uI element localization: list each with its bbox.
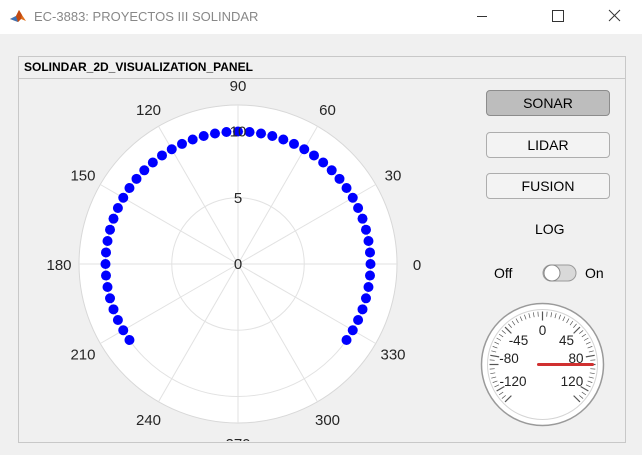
- data-point: [102, 235, 113, 246]
- data-point: [363, 282, 374, 293]
- visualization-panel: SOLINDAR_2D_VISUALIZATION_PANEL 0 5 10 0 30 6…: [18, 56, 626, 443]
- data-point: [105, 224, 116, 235]
- theta-tick-label: 60: [319, 102, 336, 119]
- data-point: [198, 131, 209, 142]
- gauge-tick-label: 45: [559, 333, 574, 348]
- data-point: [112, 314, 123, 325]
- data-point: [363, 235, 374, 246]
- theta-tick-label: 240: [136, 412, 161, 429]
- window-titlebar: EC-3883: PROYECTOS III SOLINDAR: [0, 0, 642, 34]
- theta-tick-label: 300: [315, 412, 340, 429]
- theta-tick-label: 330: [381, 347, 406, 364]
- r-tick-label: 10: [230, 124, 247, 141]
- data-point: [101, 247, 112, 258]
- data-point: [256, 128, 267, 139]
- data-point: [112, 203, 123, 214]
- minimize-icon: [477, 16, 487, 17]
- data-point: [118, 325, 129, 336]
- data-point: [318, 157, 329, 168]
- matlab-icon: [9, 7, 27, 25]
- theta-tick-label: 0: [413, 257, 421, 274]
- data-point: [326, 165, 337, 176]
- data-point: [353, 314, 364, 325]
- gauge-tick-label: -45: [509, 333, 529, 348]
- fusion-button[interactable]: FUSION: [486, 173, 610, 199]
- data-point: [177, 138, 188, 149]
- data-point: [118, 192, 129, 203]
- data-point: [267, 131, 278, 142]
- theta-tick-label: 210: [70, 347, 95, 364]
- close-icon: [608, 9, 621, 22]
- theta-tick-label: 120: [136, 102, 161, 119]
- switch-off-label: Off: [494, 265, 513, 281]
- theta-tick-label: 150: [70, 168, 95, 185]
- data-point: [124, 334, 135, 345]
- data-point: [334, 173, 345, 184]
- data-point: [278, 134, 289, 145]
- data-point: [139, 165, 150, 176]
- lidar-button[interactable]: LIDAR: [486, 132, 610, 158]
- gauge-tick-label: 120: [561, 374, 584, 389]
- data-point: [347, 325, 358, 336]
- data-point: [353, 203, 364, 214]
- data-point: [187, 134, 198, 145]
- gauge-tick-label: -120: [500, 374, 527, 389]
- data-point: [102, 282, 113, 293]
- data-point: [166, 144, 177, 155]
- data-point: [124, 183, 135, 194]
- theta-tick-label: 90: [230, 81, 247, 95]
- maximize-icon: [552, 10, 564, 22]
- theta-tick-label: 270: [225, 436, 250, 441]
- data-point: [100, 259, 111, 269]
- close-button[interactable]: [591, 0, 637, 34]
- data-point: [299, 144, 310, 155]
- panel-title-divider: [19, 78, 625, 79]
- data-point: [347, 192, 358, 203]
- polar-plot[interactable]: 0 5 10 0 30 60 90 120 150 180 210 240 270 300 330: [19, 81, 479, 441]
- data-point: [357, 304, 368, 315]
- switch-on-label: On: [585, 265, 604, 281]
- sonar-button[interactable]: SONAR: [486, 90, 610, 116]
- r-tick-label: 0: [234, 256, 242, 273]
- data-point: [147, 157, 158, 168]
- data-point: [357, 213, 368, 224]
- data-point: [364, 247, 375, 258]
- data-point: [365, 259, 376, 269]
- data-point: [360, 224, 371, 235]
- r-tick-label: 5: [234, 190, 242, 207]
- data-point: [131, 173, 142, 184]
- gauge-tick-label: -80: [499, 351, 519, 366]
- data-point: [364, 270, 375, 281]
- theta-tick-label: 180: [46, 257, 71, 274]
- window-title: EC-3883: PROYECTOS III SOLINDAR: [34, 9, 259, 24]
- data-point: [157, 150, 168, 161]
- minimize-button[interactable]: [464, 0, 510, 34]
- data-point: [288, 138, 299, 149]
- log-toggle-switch[interactable]: [542, 263, 577, 283]
- gauge-tick-label: 0: [539, 323, 547, 338]
- data-point: [209, 128, 220, 139]
- data-point: [341, 334, 352, 345]
- angle-gauge[interactable]: -120-80-4504580120: [480, 302, 605, 427]
- maximize-button[interactable]: [533, 0, 579, 34]
- data-point: [108, 213, 119, 224]
- data-point: [101, 270, 112, 281]
- data-point: [105, 293, 116, 304]
- panel-title: SOLINDAR_2D_VISUALIZATION_PANEL: [24, 60, 253, 74]
- theta-tick-label: 30: [385, 168, 402, 185]
- data-point: [108, 304, 119, 315]
- log-label: LOG: [535, 221, 565, 237]
- data-point: [360, 293, 371, 304]
- data-point: [308, 150, 319, 161]
- data-point: [341, 183, 352, 194]
